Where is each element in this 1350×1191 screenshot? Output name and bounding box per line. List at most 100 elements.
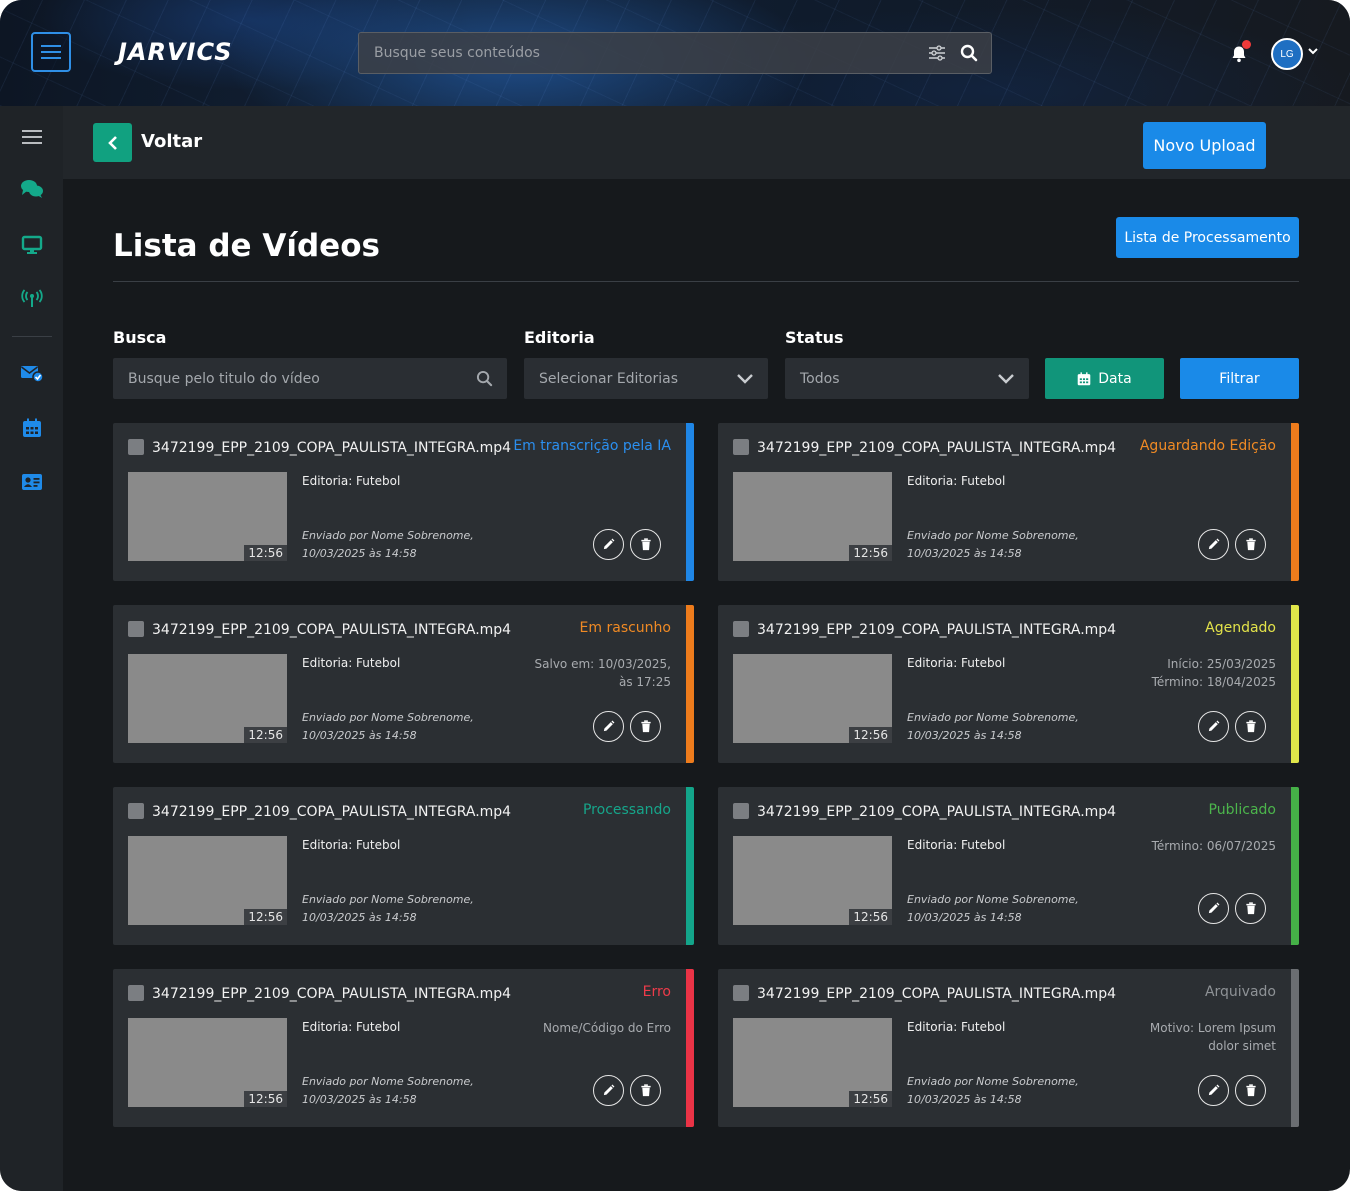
select-checkbox[interactable] bbox=[128, 439, 144, 455]
menu-toggle-button[interactable] bbox=[31, 32, 71, 72]
apply-filter-button[interactable]: Filtrar bbox=[1180, 358, 1299, 399]
video-duration: 12:56 bbox=[244, 545, 287, 561]
status-detail-line-1: Motivo: Lorem Ipsum bbox=[1149, 1021, 1276, 1035]
video-thumbnail[interactable]: 12:56 bbox=[733, 1018, 892, 1107]
sidebar-item-mail-check[interactable] bbox=[17, 358, 47, 388]
status-details: Salvo em: 10/03/2025, às 17:25 bbox=[535, 655, 671, 691]
chevron-down-icon[interactable] bbox=[1306, 44, 1320, 58]
status-detail-line-1: Término: 06/07/2025 bbox=[1151, 839, 1276, 853]
select-checkbox[interactable] bbox=[733, 803, 749, 819]
video-thumbnail[interactable]: 12:56 bbox=[128, 654, 287, 743]
video-card[interactable]: 3472199_EPP_2109_COPA_PAULISTA_INTEGRA.m… bbox=[113, 969, 694, 1127]
sent-date: 10/03/2025 às 14:58 bbox=[907, 1093, 1022, 1106]
status-details: Motivo: Lorem Ipsum dolor simet bbox=[1150, 1019, 1276, 1055]
select-checkbox[interactable] bbox=[733, 439, 749, 455]
sidebar-item-broadcast[interactable] bbox=[17, 284, 47, 314]
delete-button[interactable] bbox=[1235, 1075, 1266, 1106]
video-thumbnail[interactable]: 12:56 bbox=[733, 836, 892, 925]
sidebar-item-menu[interactable] bbox=[17, 122, 47, 152]
status-label: Publicado bbox=[1208, 802, 1276, 818]
status-details: Início: 25/03/2025 Término: 18/04/2025 bbox=[1152, 655, 1276, 691]
video-duration: 12:56 bbox=[849, 727, 892, 743]
sidebar-item-id-card[interactable] bbox=[17, 467, 47, 497]
sub-header: Voltar Novo Upload bbox=[63, 106, 1350, 179]
video-duration: 12:56 bbox=[849, 909, 892, 925]
select-checkbox[interactable] bbox=[733, 621, 749, 637]
status-label: Arquivado bbox=[1204, 984, 1276, 1000]
status-accent-bar bbox=[686, 969, 694, 1127]
chevron-down-icon bbox=[998, 373, 1014, 384]
pencil-icon bbox=[603, 720, 615, 732]
video-card[interactable]: 3472199_EPP_2109_COPA_PAULISTA_INTEGRA.m… bbox=[113, 787, 694, 945]
video-editoria: Editoria: Futebol bbox=[302, 656, 401, 670]
edit-button[interactable] bbox=[1198, 893, 1229, 924]
user-avatar[interactable]: LG bbox=[1271, 38, 1303, 70]
video-card[interactable]: 3472199_EPP_2109_COPA_PAULISTA_INTEGRA.m… bbox=[718, 605, 1299, 763]
select-checkbox[interactable] bbox=[733, 985, 749, 1001]
edit-button[interactable] bbox=[1198, 529, 1229, 560]
sidebar-item-monitor[interactable] bbox=[17, 230, 47, 260]
video-thumbnail[interactable]: 12:56 bbox=[733, 654, 892, 743]
edit-button[interactable] bbox=[593, 711, 624, 742]
edit-button[interactable] bbox=[1198, 1075, 1229, 1106]
pencil-icon bbox=[1208, 1084, 1220, 1096]
sent-info: Enviado por Nome Sobrenome, 10/03/2025 à… bbox=[302, 709, 474, 745]
select-checkbox[interactable] bbox=[128, 985, 144, 1001]
status-label: Processando bbox=[582, 802, 671, 818]
delete-button[interactable] bbox=[630, 1075, 661, 1106]
edit-button[interactable] bbox=[1198, 711, 1229, 742]
video-filename: 3472199_EPP_2109_COPA_PAULISTA_INTEGRA.m… bbox=[757, 622, 1117, 638]
back-button[interactable] bbox=[93, 123, 132, 162]
delete-button[interactable] bbox=[630, 529, 661, 560]
video-card[interactable]: 3472199_EPP_2109_COPA_PAULISTA_INTEGRA.m… bbox=[113, 605, 694, 763]
sent-date: 10/03/2025 às 14:58 bbox=[907, 911, 1022, 924]
video-editoria: Editoria: Futebol bbox=[907, 838, 1006, 852]
status-accent-bar bbox=[1291, 605, 1299, 763]
filter-sliders-icon[interactable] bbox=[921, 37, 953, 69]
video-thumbnail[interactable]: 12:56 bbox=[128, 836, 287, 925]
sent-date: 10/03/2025 às 14:58 bbox=[302, 911, 417, 924]
video-search-field[interactable]: Busque pelo titulo do vídeo bbox=[113, 358, 507, 399]
status-accent-bar bbox=[686, 423, 694, 581]
sent-date: 10/03/2025 às 14:58 bbox=[302, 729, 417, 742]
delete-button[interactable] bbox=[630, 711, 661, 742]
sidebar-item-chat[interactable] bbox=[17, 174, 47, 204]
back-label[interactable]: Voltar bbox=[141, 131, 202, 152]
select-checkbox[interactable] bbox=[128, 803, 144, 819]
app-logo[interactable]: JARVICS bbox=[118, 38, 233, 66]
video-card[interactable]: 3472199_EPP_2109_COPA_PAULISTA_INTEGRA.m… bbox=[113, 423, 694, 581]
hamburger-icon bbox=[41, 45, 61, 59]
delete-button[interactable] bbox=[1235, 711, 1266, 742]
status-details: Nome/Código do Erro bbox=[543, 1019, 671, 1037]
video-editoria: Editoria: Futebol bbox=[302, 838, 401, 852]
edit-button[interactable] bbox=[593, 1075, 624, 1106]
video-card[interactable]: 3472199_EPP_2109_COPA_PAULISTA_INTEGRA.m… bbox=[718, 423, 1299, 581]
chat-icon bbox=[21, 180, 43, 198]
new-upload-button[interactable]: Novo Upload bbox=[1143, 122, 1266, 169]
delete-button[interactable] bbox=[1235, 529, 1266, 560]
search-icon[interactable] bbox=[476, 370, 493, 387]
video-thumbnail[interactable]: 12:56 bbox=[128, 472, 287, 561]
video-card[interactable]: 3472199_EPP_2109_COPA_PAULISTA_INTEGRA.m… bbox=[718, 969, 1299, 1127]
select-checkbox[interactable] bbox=[128, 621, 144, 637]
sidebar-item-calendar[interactable] bbox=[17, 413, 47, 443]
notifications-button[interactable] bbox=[1225, 40, 1253, 68]
editoria-select[interactable]: Selecionar Editorias bbox=[524, 358, 768, 399]
processing-list-button[interactable]: Lista de Processamento bbox=[1116, 217, 1299, 258]
video-thumbnail[interactable]: 12:56 bbox=[128, 1018, 287, 1107]
search-icon[interactable] bbox=[953, 37, 985, 69]
video-card[interactable]: 3472199_EPP_2109_COPA_PAULISTA_INTEGRA.m… bbox=[718, 787, 1299, 945]
status-accent-bar bbox=[1291, 787, 1299, 945]
sent-by: Enviado por Nome Sobrenome, bbox=[907, 893, 1079, 906]
video-filename: 3472199_EPP_2109_COPA_PAULISTA_INTEGRA.m… bbox=[152, 440, 512, 456]
calendar-icon bbox=[1077, 371, 1091, 385]
global-search-input[interactable] bbox=[359, 33, 921, 73]
status-label: Aguardando Edição bbox=[1139, 438, 1276, 454]
sent-info: Enviado por Nome Sobrenome, 10/03/2025 à… bbox=[907, 527, 1079, 563]
date-filter-button[interactable]: Data bbox=[1045, 358, 1164, 399]
delete-button[interactable] bbox=[1235, 893, 1266, 924]
sent-info: Enviado por Nome Sobrenome, 10/03/2025 à… bbox=[907, 1073, 1079, 1109]
status-select[interactable]: Todos bbox=[785, 358, 1029, 399]
edit-button[interactable] bbox=[593, 529, 624, 560]
video-thumbnail[interactable]: 12:56 bbox=[733, 472, 892, 561]
